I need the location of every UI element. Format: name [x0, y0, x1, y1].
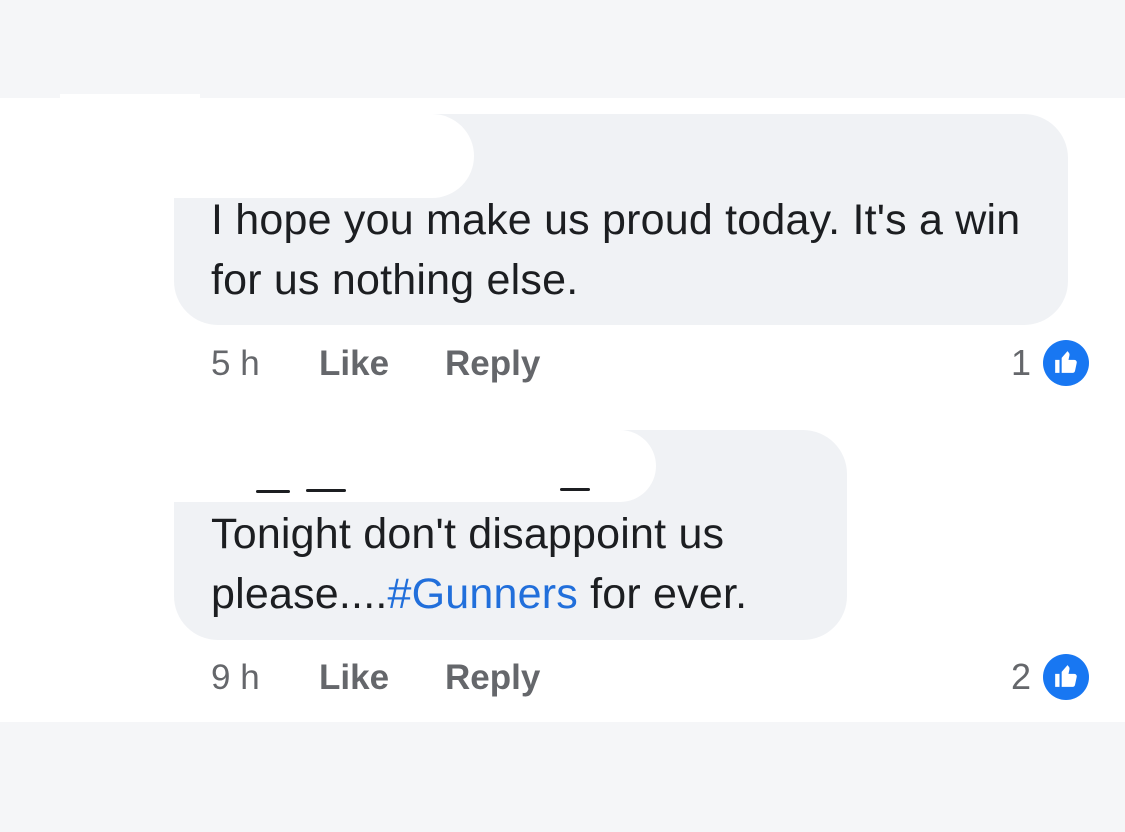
redacted-author-name [168, 430, 656, 502]
thumbs-up-icon [1043, 340, 1089, 386]
comment-text-end: for ever. [577, 570, 748, 618]
redaction-artifact [560, 488, 590, 491]
reply-button[interactable]: Reply [445, 656, 540, 700]
comment-text: I hope you make us proud today. It's a w… [211, 196, 1021, 304]
like-button[interactable]: Like [319, 656, 389, 700]
thumbs-up-icon [1043, 654, 1089, 700]
redaction-artifact [256, 490, 290, 493]
bottom-background [0, 722, 1125, 832]
like-button[interactable]: Like [319, 342, 389, 386]
top-background [0, 0, 1125, 98]
reply-button[interactable]: Reply [445, 342, 540, 386]
reaction-count: 2 [1010, 656, 1031, 697]
hashtag-link[interactable]: #Gunners [388, 570, 578, 618]
comment-text: Tonight don't disappoint us please....#G… [211, 504, 831, 624]
comment-timestamp[interactable]: 5 h [211, 342, 260, 386]
reaction-count: 1 [1010, 342, 1031, 383]
comment-timestamp[interactable]: 9 h [211, 656, 260, 700]
redacted-author-name [168, 114, 474, 198]
redaction-artifact [306, 489, 346, 492]
